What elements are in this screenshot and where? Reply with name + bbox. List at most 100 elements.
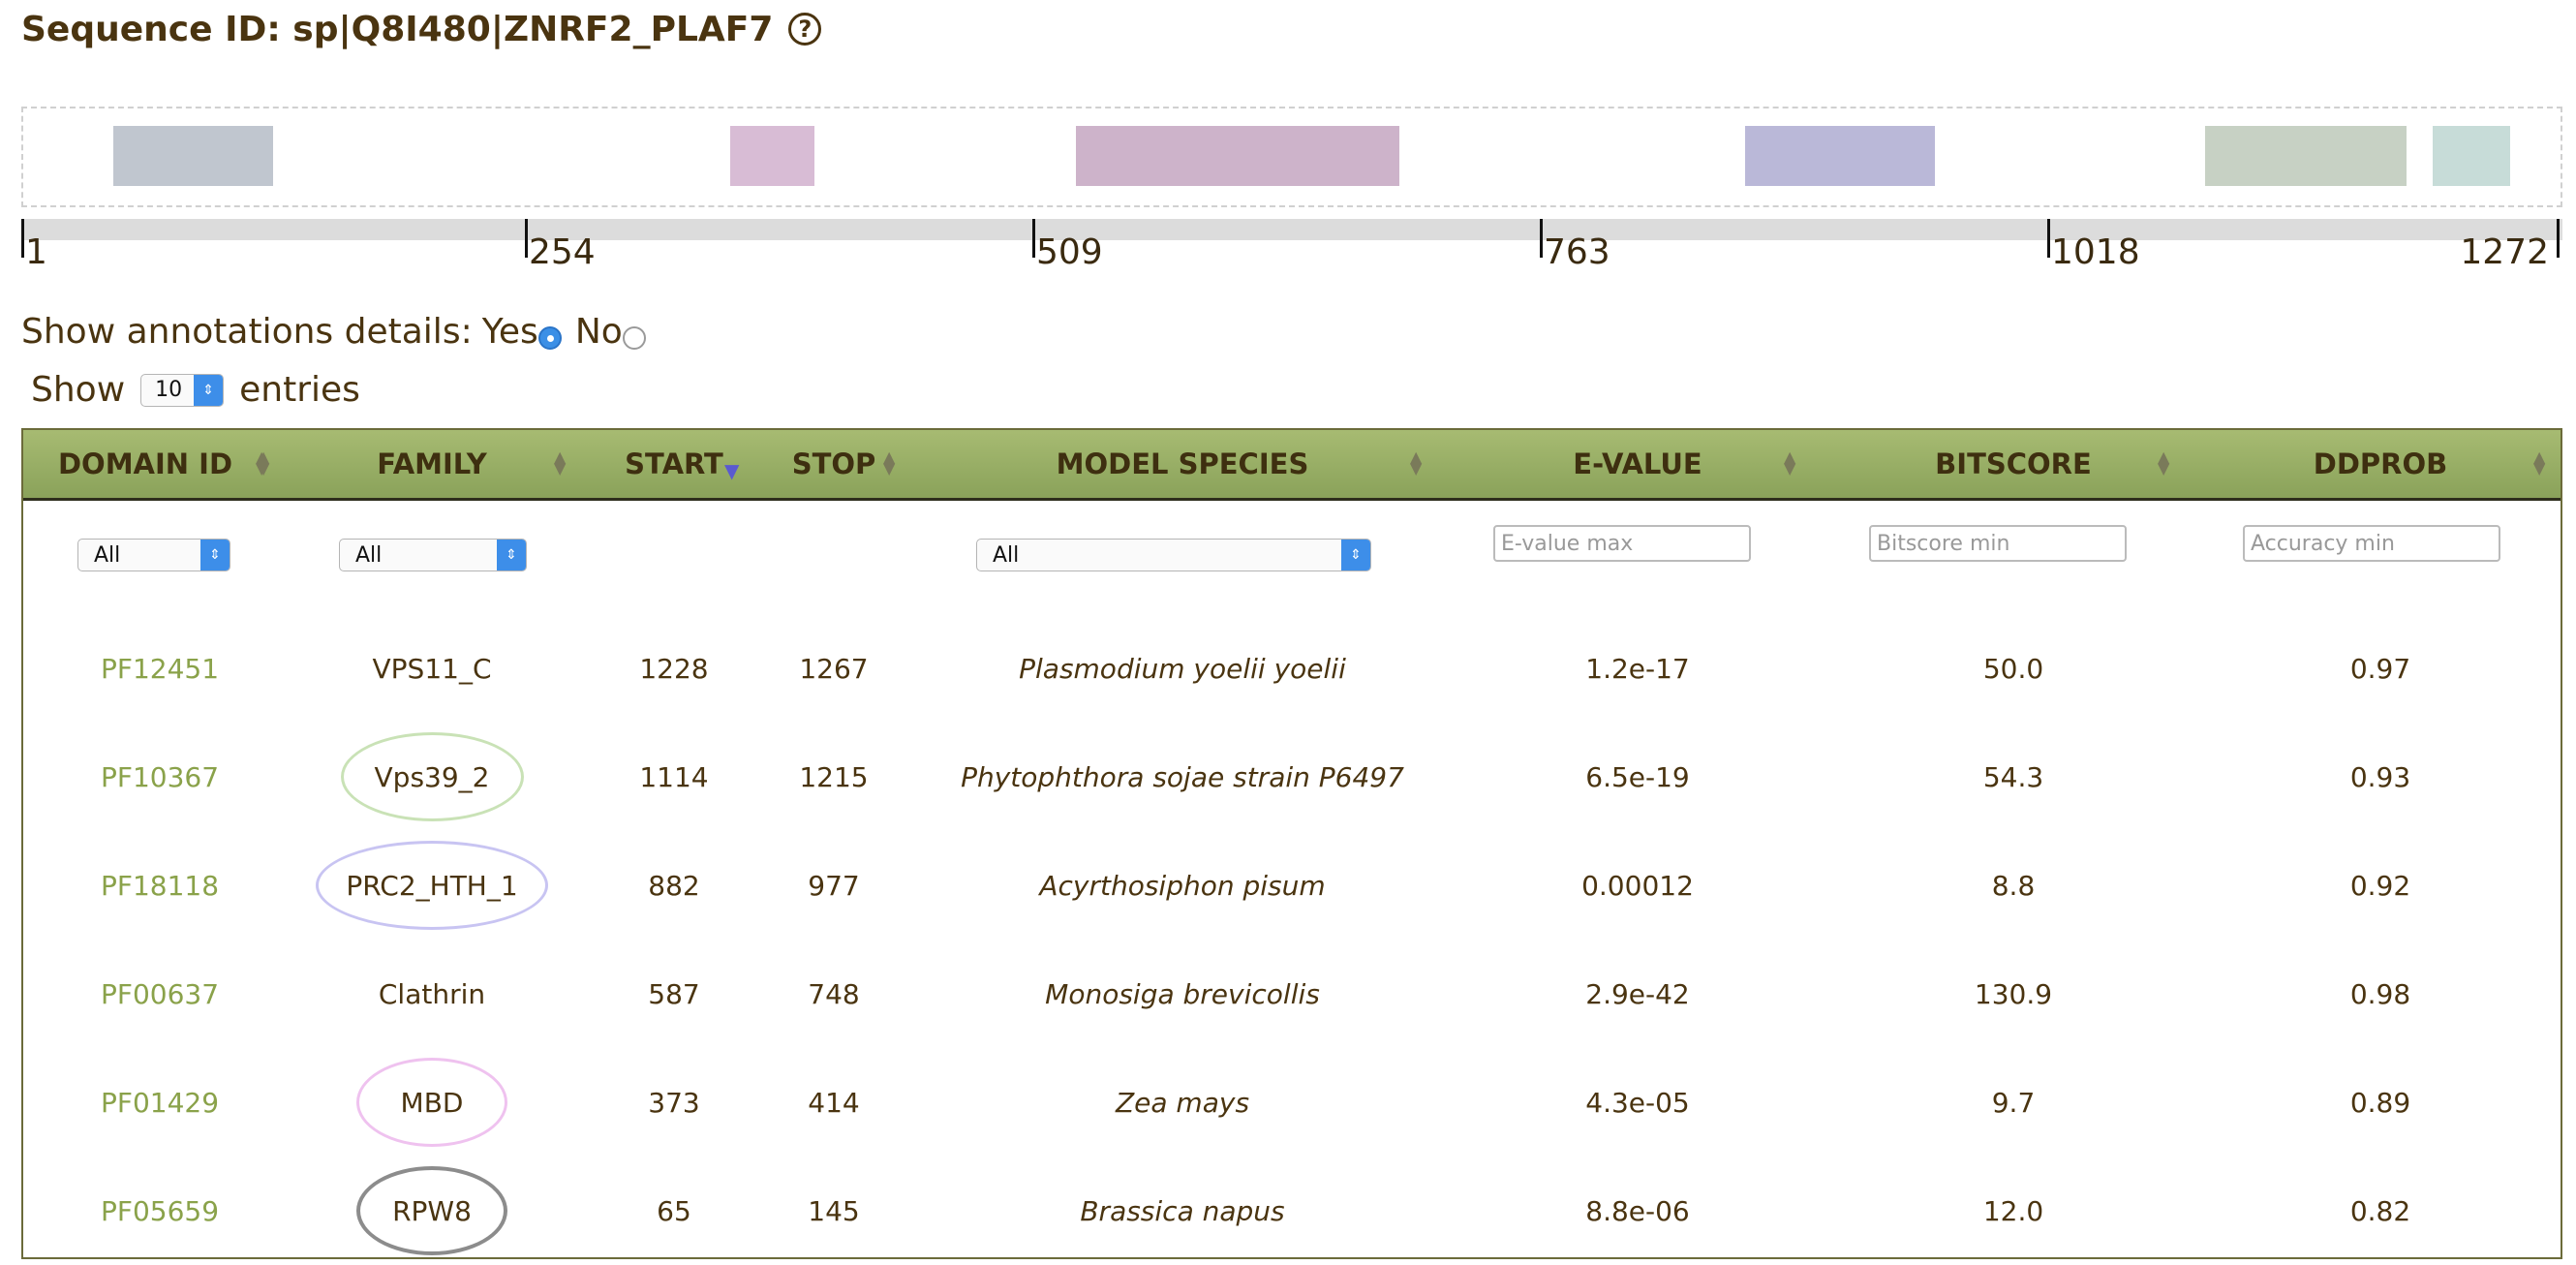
- bitscore-min-input[interactable]: Bitscore min: [1869, 525, 2127, 562]
- family-cell: MBD: [400, 1086, 464, 1119]
- yes-label: Yes: [481, 312, 538, 352]
- domain-block[interactable]: [113, 126, 273, 186]
- stop-cell: 1215: [799, 760, 869, 793]
- table-row: PF01429 MBD 373 414 Zea mays 4.3e-05 9.7 0.89: [23, 1048, 2561, 1157]
- annotation-label: Show annotations details:: [21, 312, 473, 352]
- start-cell: 1228: [639, 652, 709, 685]
- domain-block[interactable]: [1745, 126, 1935, 186]
- domain-id-link[interactable]: PF01429: [23, 1048, 267, 1157]
- ddprob-cell: 0.89: [2349, 1086, 2411, 1119]
- sequence-title: Sequence ID: sp|Q8I480|ZNRF2_PLAF7: [21, 9, 774, 49]
- domain-filter-select[interactable]: All ⇕: [77, 539, 230, 571]
- yes-radio[interactable]: [537, 325, 562, 350]
- ddprob-cell: 0.98: [2349, 977, 2411, 1010]
- bitscore-cell: 54.3: [1982, 760, 2044, 793]
- evalue-cell: 0.00012: [1581, 869, 1694, 902]
- col-family[interactable]: FAMILY: [267, 430, 597, 498]
- col-bitscore[interactable]: BITSCORE: [1826, 430, 2200, 498]
- table-row: PF10367 Vps39_2 1114 1215 Phytophthora sojae…: [23, 723, 2561, 831]
- page-title: Sequence ID: sp|Q8I480|ZNRF2_PLAF7 ?: [21, 2, 822, 56]
- ruler-tick: [21, 219, 24, 258]
- select-arrows-icon: ⇕: [194, 374, 224, 406]
- sort-icon[interactable]: ▲ ▼: [883, 449, 895, 477]
- evalue-cell: 4.3e-05: [1585, 1086, 1690, 1119]
- ruler-tick-label: 1018: [2051, 232, 2140, 272]
- sort-icon[interactable]: ▲ ▼: [1410, 449, 1422, 477]
- table-row: PF12451 VPS11_C 1228 1267 Plasmodium yoelii …: [23, 614, 2561, 723]
- entries-select[interactable]: 10 ⇕: [140, 373, 225, 407]
- domain-block[interactable]: [2433, 126, 2510, 186]
- domain-id-link[interactable]: PF00637: [23, 940, 267, 1048]
- family-cell: Vps39_2: [374, 760, 490, 793]
- entries-control: Show 10 ⇕ entries: [31, 370, 360, 410]
- accuracy-min-input[interactable]: Accuracy min: [2243, 525, 2500, 562]
- family-cell: PRC2_HTH_1: [346, 869, 518, 902]
- evalue-max-input[interactable]: E-value max: [1493, 525, 1751, 562]
- domain-id-link[interactable]: PF10367: [23, 723, 267, 831]
- species-cell: Acyrthosiphon pisum: [1039, 869, 1326, 902]
- family-filter-select[interactable]: All ⇕: [339, 539, 527, 571]
- ruler-tick: [2557, 219, 2560, 258]
- ddprob-cell: 0.93: [2349, 760, 2411, 793]
- evalue-cell: 8.8e-06: [1585, 1194, 1690, 1227]
- ruler-tick: [1032, 219, 1035, 258]
- family-cell: RPW8: [392, 1194, 472, 1227]
- stop-cell: 414: [808, 1086, 860, 1119]
- sort-desc-icon[interactable]: ▼: [724, 461, 739, 480]
- entries-value: 10: [155, 378, 183, 402]
- family-cell: VPS11_C: [372, 652, 492, 685]
- table-row: PF05659 RPW8 65 145 Brassica napus 8.8e-06 12.…: [23, 1157, 2561, 1265]
- entries-label: entries: [239, 370, 360, 410]
- ruler-tick-label: 254: [529, 232, 596, 272]
- ddprob-cell: 0.97: [2349, 652, 2411, 685]
- domain-id-link[interactable]: PF12451: [23, 614, 267, 723]
- ddprob-cell: 0.92: [2349, 869, 2411, 902]
- bitscore-cell: 9.7: [1991, 1086, 2036, 1119]
- ruler-tick-label: 1: [25, 232, 47, 272]
- col-evalue[interactable]: E-VALUE: [1449, 430, 1826, 498]
- bitscore-cell: 8.8: [1991, 869, 2036, 902]
- domain-block[interactable]: [2205, 126, 2407, 186]
- stop-cell: 748: [808, 977, 860, 1010]
- ruler-tick: [525, 219, 528, 258]
- table-row: PF00637 Clathrin 587 748 Monosiga brevicolli…: [23, 940, 2561, 1048]
- sort-icon[interactable]: ▲ ▼: [2158, 449, 2169, 477]
- sort-icon[interactable]: ▲ ▼: [258, 449, 269, 477]
- domain-id-link[interactable]: PF05659: [23, 1157, 267, 1265]
- col-model-species[interactable]: MODEL SPECIES: [916, 430, 1449, 498]
- species-cell: Plasmodium yoelii yoelii: [1019, 652, 1346, 685]
- ruler-tick-label: 763: [1544, 232, 1610, 272]
- bitscore-cell: 50.0: [1982, 652, 2044, 685]
- domain-map: [21, 107, 2562, 207]
- evalue-cell: 6.5e-19: [1585, 760, 1690, 793]
- start-cell: 587: [648, 977, 700, 1010]
- col-domain-id[interactable]: DOMAIN ID ▲ ▼: [23, 430, 267, 498]
- sort-icon[interactable]: ▲ ▼: [554, 449, 566, 477]
- evalue-cell: 1.2e-17: [1585, 652, 1690, 685]
- help-icon[interactable]: ?: [788, 13, 822, 46]
- species-filter-select[interactable]: All ⇕: [976, 539, 1371, 571]
- col-ddprob[interactable]: DDPROB: [2200, 430, 2561, 498]
- sort-icon[interactable]: ▲ ▼: [2533, 449, 2545, 477]
- ruler-tick-label: 509: [1036, 232, 1103, 272]
- ruler-tick: [1540, 219, 1543, 258]
- show-label: Show: [31, 370, 126, 410]
- sort-icon[interactable]: ▲ ▼: [1784, 449, 1795, 477]
- ruler-tick-label: 1272: [2460, 232, 2549, 272]
- select-arrows-icon: ⇕: [1341, 540, 1370, 571]
- sequence-ruler: [21, 219, 2562, 240]
- ddprob-cell: 0.82: [2349, 1194, 2411, 1227]
- no-radio[interactable]: [622, 325, 646, 350]
- start-cell: 65: [657, 1194, 691, 1227]
- bitscore-cell: 130.9: [1974, 977, 2053, 1010]
- start-cell: 373: [648, 1086, 700, 1119]
- bitscore-cell: 12.0: [1982, 1194, 2044, 1227]
- domain-id-link[interactable]: PF18118: [23, 831, 267, 940]
- domain-block[interactable]: [1076, 126, 1399, 186]
- start-cell: 882: [648, 869, 700, 902]
- domain-block[interactable]: [730, 126, 814, 186]
- no-label: No: [574, 312, 623, 352]
- species-cell: Phytophthora sojae strain P6497: [961, 760, 1404, 793]
- evalue-cell: 2.9e-42: [1585, 977, 1690, 1010]
- stop-cell: 1267: [799, 652, 869, 685]
